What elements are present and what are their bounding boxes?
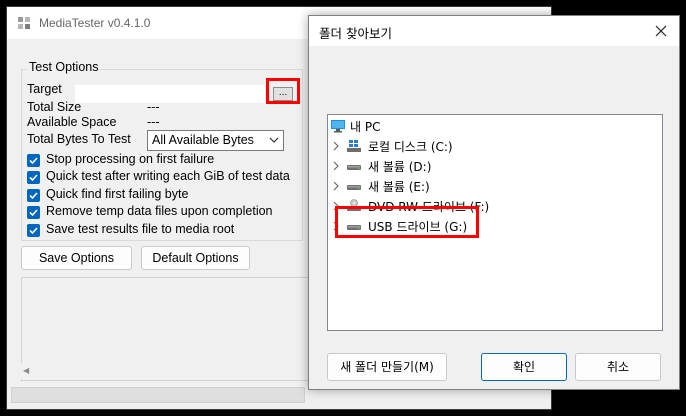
- tree-item-label: 내 PC: [350, 120, 381, 134]
- new-folder-button[interactable]: 새 폴더 만들기(M): [327, 353, 447, 381]
- checkbox-checked-icon[interactable]: [27, 189, 40, 202]
- save-options-button[interactable]: Save Options: [21, 246, 132, 270]
- available-space-label: Available Space: [27, 115, 117, 129]
- checkbox-label: Quick find first failing byte: [46, 187, 189, 201]
- chevron-right-icon[interactable]: [332, 141, 340, 151]
- default-options-button[interactable]: Default Options: [141, 246, 250, 270]
- checkbox-checked-icon[interactable]: [27, 171, 40, 184]
- progress-bar: [11, 387, 305, 403]
- tree-item-drive-c[interactable]: 로컬 디스크 (C:): [328, 137, 658, 155]
- checkbox-label: Remove temp data files upon completion: [46, 204, 273, 218]
- test-options-title: Test Options: [27, 60, 101, 74]
- drive-icon: [347, 185, 361, 190]
- tree-item-label: 새 볼륨 (D:): [368, 160, 432, 174]
- dialog-title: 폴더 찾아보기: [319, 26, 392, 41]
- window-title: MediaTester v0.4.1.0: [39, 16, 151, 30]
- total-size-value: ---: [147, 100, 160, 114]
- log-horizontal-scrollbar[interactable]: ◀: [21, 363, 321, 379]
- checkbox-checked-icon[interactable]: [27, 154, 40, 167]
- target-label: Target: [27, 82, 62, 96]
- cancel-button[interactable]: 취소: [575, 353, 661, 381]
- tree-item-label: 새 볼륨 (E:): [368, 180, 430, 194]
- chevron-right-icon[interactable]: [332, 161, 340, 171]
- ok-button[interactable]: 확인: [481, 353, 567, 381]
- drive-icon: [347, 165, 361, 170]
- browse-highlight-box: [266, 78, 300, 104]
- pc-icon: [331, 120, 345, 133]
- close-icon[interactable]: [653, 23, 669, 39]
- tree-item-label: 로컬 디스크 (C:): [368, 140, 453, 154]
- windows-drive-icon: [347, 140, 361, 152]
- dialog-titlebar[interactable]: 폴더 찾아보기: [309, 16, 679, 46]
- checkbox-label: Save test results file to media root: [46, 222, 235, 236]
- checkbox-checked-icon[interactable]: [27, 224, 40, 237]
- chevron-right-icon[interactable]: [332, 181, 340, 191]
- total-size-label: Total Size: [27, 100, 82, 114]
- tree-item-drive-e[interactable]: 새 볼륨 (E:): [328, 177, 658, 195]
- folder-browser-dialog: 폴더 찾아보기 내 PC 로컬 디스크 (C:) 새 볼륨 (D:) 새 볼륨 …: [308, 15, 680, 390]
- scroll-left-arrow-icon[interactable]: ◀: [23, 366, 29, 375]
- tree-item-this-pc[interactable]: 내 PC: [328, 117, 658, 135]
- checkbox-label: Stop processing on first failure: [46, 152, 215, 166]
- total-bytes-select[interactable]: All Available Bytes: [147, 130, 284, 151]
- total-bytes-selected: All Available Bytes: [152, 133, 254, 147]
- app-icon: [18, 17, 30, 29]
- tree-item-drive-d[interactable]: 새 볼륨 (D:): [328, 157, 658, 175]
- target-input[interactable]: [75, 85, 265, 103]
- checkbox-label: Quick test after writing each GiB of tes…: [46, 169, 290, 183]
- usb-drive-highlight-box: [335, 206, 479, 238]
- total-bytes-label: Total Bytes To Test: [27, 132, 131, 146]
- chevron-down-icon: [269, 137, 279, 143]
- available-space-value: ---: [147, 115, 160, 129]
- checkbox-checked-icon[interactable]: [27, 206, 40, 219]
